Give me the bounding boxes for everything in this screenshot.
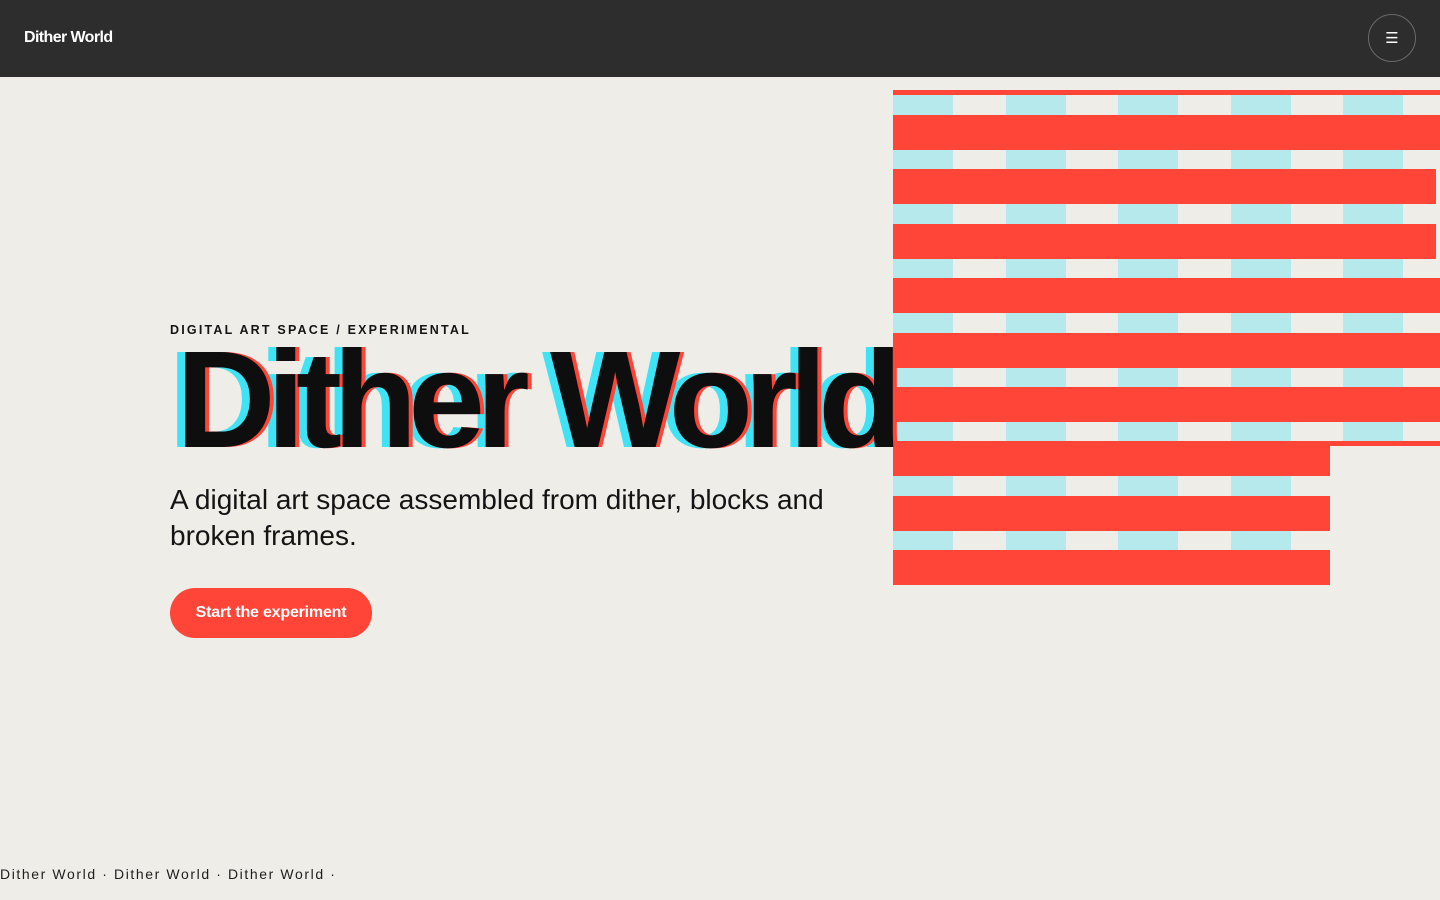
hero-title: Dither World Dither World Dither World bbox=[168, 330, 948, 470]
dither-red-bar bbox=[893, 115, 1440, 150]
dither-red-bar bbox=[893, 550, 1330, 585]
top-bar: Dither World ☰ bbox=[0, 0, 1440, 77]
dither-red-bar bbox=[893, 169, 1436, 204]
hero-title-main: Dither World bbox=[176, 323, 902, 477]
menu-button[interactable]: ☰ bbox=[1368, 14, 1416, 62]
brand-logo[interactable]: Dither World bbox=[24, 28, 113, 48]
hamburger-menu-icon: ☰ bbox=[1385, 30, 1399, 47]
dither-red-line bbox=[893, 90, 1440, 95]
start-experiment-button[interactable]: Start the experiment bbox=[170, 588, 372, 638]
dither-red-bar bbox=[893, 387, 1440, 422]
dither-red-bar bbox=[893, 278, 1440, 313]
dither-art-graphic bbox=[893, 90, 1440, 590]
dither-red-bar bbox=[893, 333, 1440, 368]
hero-subtitle: A digital art space assembled from dithe… bbox=[170, 484, 824, 551]
dither-red-bar bbox=[893, 224, 1436, 259]
dither-red-bar bbox=[893, 496, 1330, 531]
footer-marquee: Dither World · Dither World · Dither Wor… bbox=[0, 866, 337, 882]
dither-red-bar bbox=[893, 441, 1330, 476]
